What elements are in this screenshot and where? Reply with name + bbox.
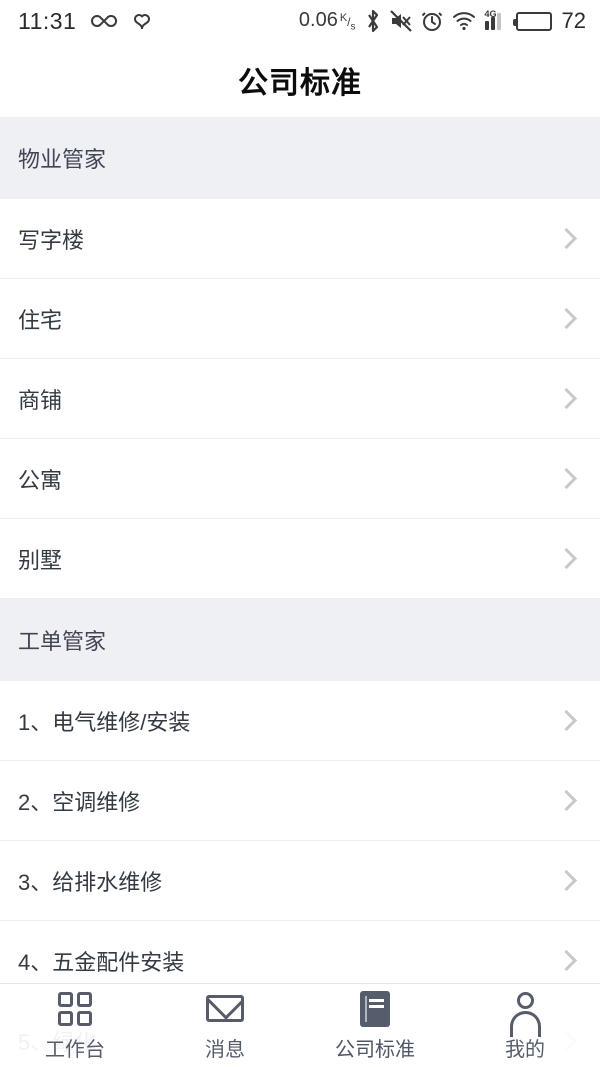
tab-label: 公司标准: [335, 1038, 415, 1061]
list-item[interactable]: 写字楼: [0, 199, 600, 279]
chevron-right-icon: [555, 387, 578, 410]
status-left-icons: [90, 11, 153, 31]
section-header-workorder: 工单管家: [0, 599, 600, 681]
bluetooth-icon: [365, 9, 381, 33]
tab-label: 我的: [505, 1038, 545, 1061]
list-item[interactable]: 公寓: [0, 439, 600, 519]
network-speed-unit: K/s: [339, 12, 356, 33]
chevron-right-icon: [555, 789, 578, 812]
title-bar: 公司标准: [0, 42, 600, 117]
mail-icon: [206, 990, 244, 1028]
list-item-label: 写字楼: [18, 227, 85, 253]
wifi-icon: [452, 11, 476, 31]
list-item[interactable]: 别墅: [0, 519, 600, 599]
list-item-label: 2、空调维修: [18, 789, 141, 815]
grid-icon: [58, 990, 92, 1028]
list-item[interactable]: 1、电气维修/安装: [0, 681, 600, 761]
chevron-right-icon: [555, 547, 578, 570]
chevron-right-icon: [555, 227, 578, 250]
list-item[interactable]: 住宅: [0, 279, 600, 359]
person-icon: [507, 990, 543, 1037]
mute-icon: [389, 10, 412, 32]
status-bar: 11:31 0.06 K/s 4G 72: [0, 0, 600, 42]
network-speed: 0.06 K/s: [299, 9, 356, 32]
bottom-tab-bar: 工作台 消息 公司标准 我的: [0, 983, 600, 1067]
chevron-right-icon: [555, 949, 578, 972]
network-speed-value: 0.06: [298, 9, 338, 32]
list-item[interactable]: 商铺: [0, 359, 600, 439]
list-item-label: 4、五金配件安装: [18, 949, 185, 975]
list-item-label: 公寓: [18, 467, 63, 493]
list-item-label: 别墅: [18, 547, 63, 573]
tab-label: 工作台: [45, 1038, 105, 1061]
status-right-group: 0.06 K/s 4G 72: [299, 8, 586, 34]
list-item-label: 商铺: [18, 387, 63, 413]
list-item-label: 3、给排水维修: [18, 869, 163, 895]
chevron-right-icon: [555, 869, 578, 892]
battery-percent: 72: [561, 8, 586, 33]
alarm-icon: [421, 10, 443, 32]
page-title: 公司标准: [238, 66, 362, 100]
network-type-label: 4G: [484, 8, 497, 19]
phone-screen: 11:31 0.06 K/s 4G 72 公司标准 物业管家 写字楼 住宅 商铺…: [0, 0, 600, 1067]
chevron-right-icon: [555, 467, 578, 490]
section-header-property: 物业管家: [0, 117, 600, 199]
tab-profile[interactable]: 我的: [450, 990, 600, 1062]
tab-label: 消息: [205, 1038, 245, 1061]
content-list[interactable]: 物业管家 写字楼 住宅 商铺 公寓 别墅 工单管家 1、电气维修/安装 2、空调…: [0, 117, 600, 1067]
chevron-right-icon: [555, 307, 578, 330]
list-item[interactable]: 3、给排水维修: [0, 841, 600, 921]
signal-4g-icon: 4G: [484, 8, 507, 30]
clover-icon: [131, 11, 153, 31]
chevron-right-icon: [555, 709, 578, 732]
list-item[interactable]: 2、空调维修: [0, 761, 600, 841]
list-item-label: 1、电气维修/安装: [18, 709, 191, 735]
list-item-label: 住宅: [18, 307, 63, 333]
tab-workbench[interactable]: 工作台: [0, 990, 150, 1062]
status-clock: 11:31: [18, 7, 77, 34]
tab-messages[interactable]: 消息: [150, 990, 300, 1062]
book-icon: [360, 990, 390, 1028]
battery-icon: [512, 11, 552, 31]
tab-company-standards[interactable]: 公司标准: [300, 990, 450, 1062]
infinity-icon: [90, 12, 118, 30]
